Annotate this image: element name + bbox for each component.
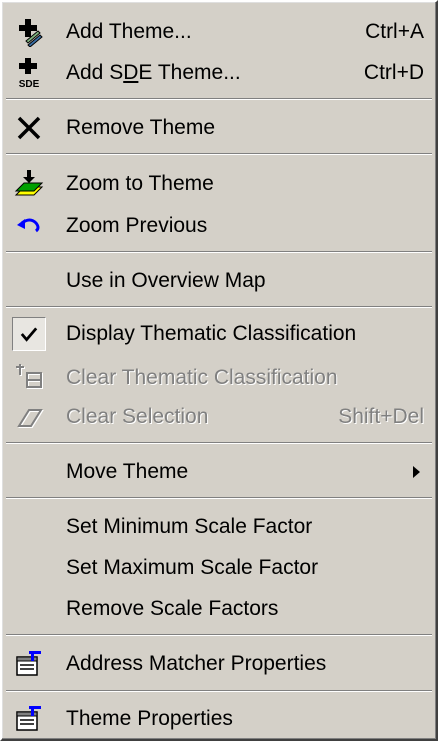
- menu-item-label: Display Thematic Classification: [66, 322, 357, 345]
- menu-separator: [6, 442, 432, 444]
- menu-item-label: Zoom to Theme: [66, 172, 214, 195]
- sde-icon-text: SDE: [19, 79, 40, 88]
- label-part: E Theme...: [138, 61, 241, 84]
- menu-item-set-minimum-scale-factor[interactable]: Set Minimum Scale Factor: [8, 510, 430, 544]
- menu-item-remove-scale-factors[interactable]: Remove Scale Factors: [8, 592, 430, 626]
- label-accelerator: D: [123, 61, 139, 84]
- menu-item-remove-theme[interactable]: Remove Theme: [8, 111, 430, 145]
- menu-item-label: Set Maximum Scale Factor: [66, 556, 319, 579]
- menu-separator: [6, 690, 432, 692]
- clear-classification-icon: [14, 363, 44, 393]
- menu-item-zoom-previous[interactable]: Zoom Previous: [8, 209, 430, 243]
- remove-x-icon: [14, 113, 44, 143]
- menu-separator: [6, 153, 432, 155]
- context-menu: Add Theme... Ctrl+A SDE Add SDE Theme...…: [0, 0, 438, 741]
- menu-item-label: Use in Overview Map: [66, 269, 266, 292]
- shortcut-label: Ctrl+A: [365, 20, 424, 43]
- menu-item-add-sde-theme[interactable]: SDE Add SDE Theme... Ctrl+D: [8, 56, 430, 90]
- menu-item-address-matcher-properties[interactable]: Address Matcher Properties: [8, 647, 430, 681]
- menu-item-theme-properties[interactable]: Theme Properties: [8, 702, 430, 736]
- menu-item-add-theme[interactable]: Add Theme... Ctrl+A: [8, 15, 430, 49]
- eraser-icon: [14, 402, 44, 432]
- menu-item-label: Move Theme: [66, 460, 189, 483]
- menu-separator: [6, 251, 432, 253]
- menu-item-zoom-to-theme[interactable]: Zoom to Theme: [8, 167, 430, 201]
- menu-separator: [6, 497, 432, 499]
- menu-separator: [6, 306, 432, 308]
- shortcut-label: Shift+Del: [338, 405, 424, 428]
- menu-item-clear-thematic-classification[interactable]: Clear Thematic Classification: [8, 361, 430, 395]
- menu-item-label: Remove Theme: [66, 116, 216, 139]
- properties-icon: [14, 704, 44, 734]
- menu-item-set-maximum-scale-factor[interactable]: Set Maximum Scale Factor: [8, 551, 430, 585]
- checkmark-icon: [12, 317, 46, 351]
- menu-item-clear-selection[interactable]: Clear Selection Shift+Del: [8, 400, 430, 434]
- menu-item-label: Zoom Previous: [66, 214, 208, 237]
- menu-item-label: Remove Scale Factors: [66, 597, 279, 620]
- menu-item-label: Set Minimum Scale Factor: [66, 515, 313, 538]
- menu-item-label: Clear Selection: [66, 405, 209, 428]
- menu-item-move-theme[interactable]: Move Theme: [8, 455, 430, 489]
- menu-separator: [6, 634, 432, 636]
- add-sde-theme-icon: SDE: [14, 58, 44, 88]
- zoom-to-theme-icon: [14, 169, 44, 199]
- submenu-arrow-icon: [413, 466, 420, 478]
- properties-icon: [14, 649, 44, 679]
- menu-item-label: Add SDE Theme...: [66, 61, 241, 85]
- menu-item-label: Add Theme...: [66, 20, 192, 43]
- menu-item-label: Clear Thematic Classification: [66, 366, 338, 389]
- label-part: Add S: [66, 61, 124, 84]
- menu-item-label: Address Matcher Properties: [66, 652, 327, 675]
- menu-item-display-thematic-classification[interactable]: Display Thematic Classification: [8, 317, 430, 351]
- menu-item-use-in-overview-map[interactable]: Use in Overview Map: [8, 264, 430, 298]
- shortcut-label: Ctrl+D: [363, 61, 424, 84]
- add-theme-icon: [14, 17, 44, 47]
- menu-separator: [6, 98, 432, 100]
- menu-item-label: Theme Properties: [66, 707, 233, 730]
- zoom-previous-arrow-icon: [14, 211, 44, 241]
